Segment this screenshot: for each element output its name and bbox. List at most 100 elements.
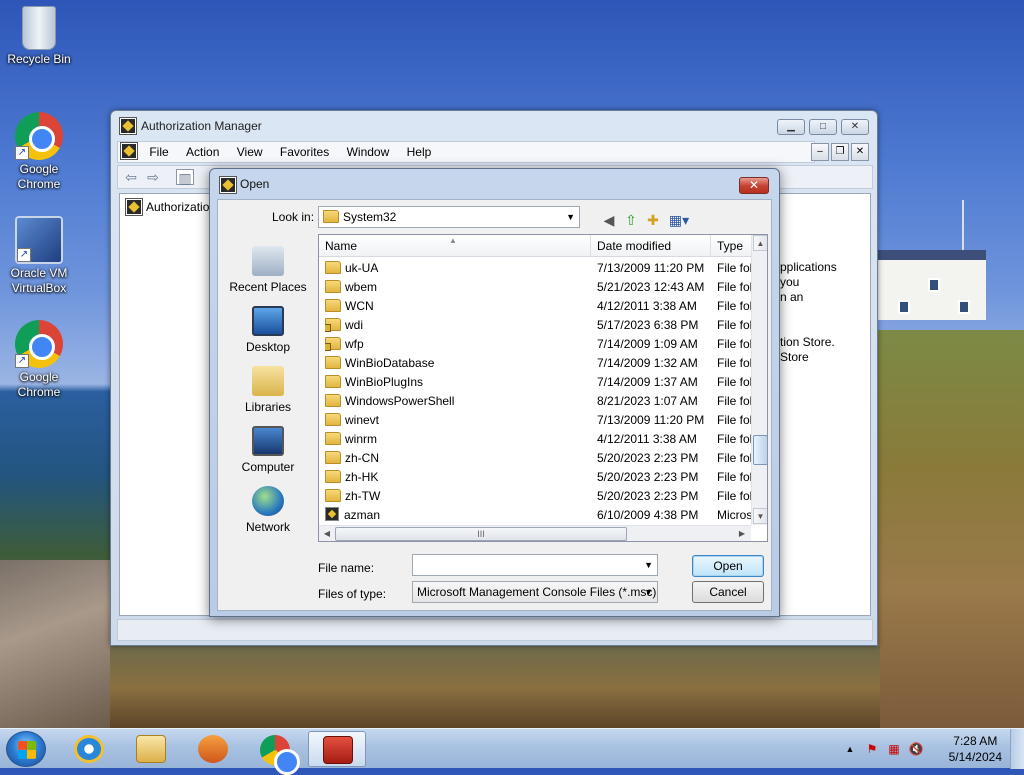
file-row[interactable]: zh-TW 5/20/2023 2:23 PM File fol [319, 487, 752, 506]
start-button[interactable] [6, 731, 46, 767]
authorization-manager-icon [119, 117, 137, 135]
file-row[interactable]: WinBioPlugIns 7/14/2009 1:37 AM File fol [319, 373, 752, 392]
scroll-left-icon[interactable]: ◀ [320, 527, 334, 541]
file-date-modified: 6/10/2009 4:38 PM [597, 508, 699, 522]
taskbar-internet-explorer[interactable] [60, 731, 118, 767]
file-row[interactable]: zh-HK 5/20/2023 2:23 PM File fol [319, 468, 752, 487]
action-center-icon[interactable]: ⚑ [864, 741, 880, 757]
scroll-up-icon[interactable]: ▲ [753, 235, 767, 251]
file-row[interactable]: WindowsPowerShell 8/21/2023 1:07 AM File f… [319, 392, 752, 411]
show-hidden-icons-icon[interactable]: ▲ [842, 741, 858, 757]
file-row[interactable]: wbem 5/21/2023 12:43 AM File fol [319, 278, 752, 297]
place-libraries[interactable]: Libraries [224, 366, 312, 414]
column-header-type[interactable]: Type [711, 235, 751, 257]
scroll-right-icon[interactable]: ▶ [735, 527, 749, 541]
open-dialog[interactable]: Open ✕ Look in: System32 ▼ ◀ ⇧ ✚ ▦▾ Rece… [209, 168, 780, 617]
file-date-modified: 4/12/2011 3:38 AM [597, 299, 697, 313]
file-row[interactable]: WinBioDatabase 7/14/2009 1:32 AM File fol [319, 354, 752, 373]
status-bar [117, 619, 873, 641]
place-computer[interactable]: Computer [224, 426, 312, 474]
locked-folder-icon [325, 337, 341, 351]
file-row[interactable]: winevt 7/13/2009 11:20 PM File fol [319, 411, 752, 430]
cancel-button[interactable]: Cancel [692, 581, 764, 603]
up-one-level-icon[interactable]: ⇧ [622, 211, 640, 229]
column-header-name[interactable]: ▲ Name [319, 235, 591, 257]
taskbar-authorization-manager[interactable] [308, 731, 366, 767]
tree-item-authorization-manager[interactable]: Authorization [124, 198, 216, 216]
show-desktop-button[interactable] [1010, 729, 1024, 769]
menu-action[interactable]: Action [179, 142, 226, 162]
locked-folder-icon [325, 318, 341, 332]
file-date-modified: 8/21/2023 1:07 AM [597, 394, 698, 408]
menu-file[interactable]: File [142, 142, 175, 162]
place-recent-places[interactable]: Recent Places [224, 246, 312, 294]
dialog-title-bar[interactable]: Open ✕ [210, 169, 779, 199]
system-tray: ▲ ⚑ ▦ 🔇 7:28 AM 5/14/2024 [834, 729, 1024, 769]
minimize-button[interactable]: ▁ [777, 119, 805, 135]
files-of-type-select[interactable]: Microsoft Management Console Files (*.ms… [412, 581, 658, 603]
details-text-line: n an [780, 290, 804, 304]
child-restore-button[interactable]: ❐ [831, 143, 849, 161]
document-icon[interactable] [120, 142, 138, 160]
place-desktop[interactable]: Desktop [224, 306, 312, 354]
file-row[interactable]: zh-CN 5/20/2023 2:23 PM File fol [319, 449, 752, 468]
folder-icon [325, 356, 341, 369]
file-name-input[interactable]: ▼ [412, 554, 658, 576]
horizontal-scrollbar[interactable]: ◀ III ▶ [319, 525, 751, 541]
network-status-icon[interactable]: ▦ [886, 741, 902, 757]
horizontal-scroll-thumb[interactable]: III [335, 527, 627, 541]
new-folder-icon[interactable]: ✚ [644, 211, 662, 229]
file-row[interactable]: uk-UA 7/13/2009 11:20 PM File fol [319, 259, 752, 278]
taskbar-media-player[interactable] [184, 731, 242, 767]
menu-favorites[interactable]: Favorites [273, 142, 336, 162]
desktop-icon-google-chrome[interactable]: ↗ Google Chrome [1, 112, 77, 192]
look-in-combobox[interactable]: System32 ▼ [318, 206, 580, 228]
desktop-icon-virtualbox[interactable]: ↗ Oracle VM VirtualBox [1, 216, 77, 296]
back-icon[interactable]: ◀ [600, 211, 618, 229]
vertical-scroll-thumb[interactable] [753, 435, 767, 465]
maximize-button[interactable]: □ [809, 119, 837, 135]
column-header-date-modified[interactable]: Date modified [591, 235, 711, 257]
view-menu-icon[interactable]: ▦▾ [666, 211, 692, 229]
child-minimize-button[interactable]: – [811, 143, 829, 161]
file-name: winevt [325, 411, 585, 430]
desktop-icon-google-chrome-2[interactable]: ↗ Google Chrome [1, 320, 77, 400]
desktop-icon-recycle-bin[interactable]: Recycle Bin [1, 6, 77, 67]
desktop-icon [252, 306, 284, 336]
file-type: File fol [717, 299, 753, 313]
volume-muted-icon[interactable]: 🔇 [908, 741, 924, 757]
dialog-close-button[interactable]: ✕ [739, 177, 769, 194]
file-list[interactable]: ▲ Name Date modified Type uk-UA 7/13/2009… [318, 234, 768, 542]
back-icon[interactable]: ⇦ [122, 169, 140, 185]
recycle-bin-icon [22, 6, 56, 50]
file-row[interactable]: wdi 5/17/2023 6:38 PM File fol [319, 316, 752, 335]
child-close-button[interactable]: ✕ [851, 143, 869, 161]
open-button[interactable]: Open [692, 555, 764, 577]
places-bar: Recent Places Desktop Libraries Computer… [224, 246, 312, 546]
file-row[interactable]: azman 6/10/2009 4:38 PM Micros [319, 506, 752, 525]
taskbar-chrome[interactable] [246, 731, 304, 775]
vertical-scrollbar[interactable]: ▲ ▼ [751, 235, 767, 525]
folder-icon [325, 280, 341, 293]
menu-window[interactable]: Window [340, 142, 397, 162]
scroll-down-icon[interactable]: ▼ [753, 508, 767, 524]
file-date-modified: 7/13/2009 11:20 PM [597, 413, 705, 427]
console-tree-pane[interactable]: Authorization [119, 193, 219, 616]
show-hide-tree-icon[interactable]: ▥ [176, 169, 194, 186]
desktop-wallpaper-rocks [0, 560, 110, 730]
menu-help[interactable]: Help [400, 142, 439, 162]
details-text-line: you [780, 275, 800, 289]
file-date-modified: 5/20/2023 2:23 PM [597, 470, 699, 484]
forward-icon[interactable]: ⇨ [144, 169, 162, 185]
file-row[interactable]: WCN 4/12/2011 3:38 AM File fol [319, 297, 753, 316]
menu-view[interactable]: View [230, 142, 270, 162]
file-row[interactable]: wfp 7/14/2009 1:09 AM File fol [319, 335, 752, 354]
close-window-button[interactable]: ✕ [841, 119, 869, 135]
details-text-line: tion Store. [780, 335, 835, 349]
file-row[interactable]: winrm 4/12/2011 3:38 AM File fol [319, 430, 752, 449]
files-of-type-label: Files of type: [318, 587, 387, 601]
clock[interactable]: 7:28 AM 5/14/2024 [949, 733, 1002, 765]
window-title-bar[interactable]: Authorization Manager ▁ □ ✕ [111, 111, 877, 141]
place-network[interactable]: Network [224, 486, 312, 534]
taskbar-file-explorer[interactable] [122, 731, 180, 767]
